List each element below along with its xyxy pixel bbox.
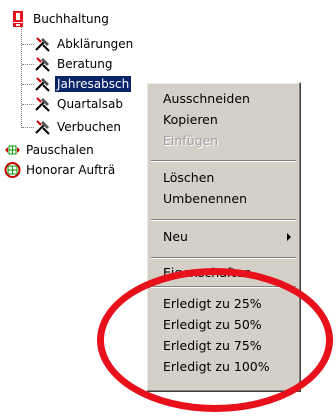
- tree-node-label: Honorar Aufträ: [26, 163, 116, 177]
- tree-node-label: Verbuchen: [57, 120, 122, 134]
- tree-node-label: Abklärungen: [57, 37, 134, 51]
- tools-icon: [34, 75, 52, 93]
- tree-node-label: Jahresabsch: [55, 76, 132, 92]
- tools-icon: [34, 35, 52, 53]
- tree-connector-branch: [22, 64, 34, 65]
- tree-node-abklaerungen[interactable]: Abklärungen: [34, 34, 135, 54]
- tree-node-quartalsabschluss[interactable]: Quartalsab: [34, 94, 125, 114]
- context-menu: Ausschneiden Kopieren Einfügen Löschen U…: [146, 82, 301, 392]
- tools-icon: [34, 55, 52, 73]
- menu-item-label: Neu: [163, 229, 188, 244]
- grid-cycle-icon: [4, 161, 21, 179]
- tree-connector-branch: [22, 127, 34, 128]
- menu-item-erledigt-75[interactable]: Erledigt zu 75%: [150, 336, 297, 356]
- menu-separator: [151, 286, 296, 288]
- tree-node-beratung[interactable]: Beratung: [34, 54, 114, 74]
- tree-node-jahresabschluss[interactable]: Jahresabsch: [34, 74, 132, 94]
- menu-separator: [151, 257, 296, 259]
- menu-separator: [151, 160, 296, 162]
- tree-connector-branch: [22, 104, 34, 105]
- tree-connector-branch: [22, 44, 34, 45]
- menu-item-kopieren[interactable]: Kopieren: [150, 110, 297, 130]
- tree-node-honorar-auftraege[interactable]: Honorar Aufträ: [4, 160, 117, 180]
- tree-node-label: Pauschalen: [26, 143, 94, 157]
- grid-arrows-icon: [4, 141, 21, 159]
- tree-node-label: Quartalsab: [57, 97, 123, 111]
- tree-node-pauschalen[interactable]: Pauschalen: [4, 140, 96, 160]
- tree-connector-branch: [22, 84, 34, 85]
- menu-item-erledigt-50[interactable]: Erledigt zu 50%: [150, 315, 297, 335]
- menu-item-eigenschaften[interactable]: Eigenschaften: [150, 263, 297, 277]
- tree-node-label: Beratung: [57, 57, 113, 71]
- tools-icon: [34, 95, 52, 113]
- menu-item-ausschneiden[interactable]: Ausschneiden: [150, 89, 297, 109]
- menu-item-erledigt-25[interactable]: Erledigt zu 25%: [150, 294, 297, 314]
- submenu-arrow-icon: [287, 233, 291, 241]
- tools-icon: [34, 118, 52, 136]
- tree-node-label: Buchhaltung: [33, 12, 109, 26]
- menu-item-umbenennen[interactable]: Umbenennen: [150, 189, 297, 209]
- menu-item-einfuegen[interactable]: Einfügen: [150, 131, 297, 151]
- menu-separator: [151, 219, 296, 221]
- menu-item-loeschen[interactable]: Löschen: [150, 168, 297, 188]
- tree-connector-line: [21, 26, 22, 128]
- exclamation-icon: [10, 10, 28, 28]
- tree-node-buchhaltung[interactable]: Buchhaltung: [10, 9, 111, 29]
- menu-item-erledigt-100[interactable]: Erledigt zu 100%: [150, 357, 297, 377]
- tree-node-verbuchen[interactable]: Verbuchen: [34, 117, 123, 137]
- menu-item-neu[interactable]: Neu: [150, 227, 297, 247]
